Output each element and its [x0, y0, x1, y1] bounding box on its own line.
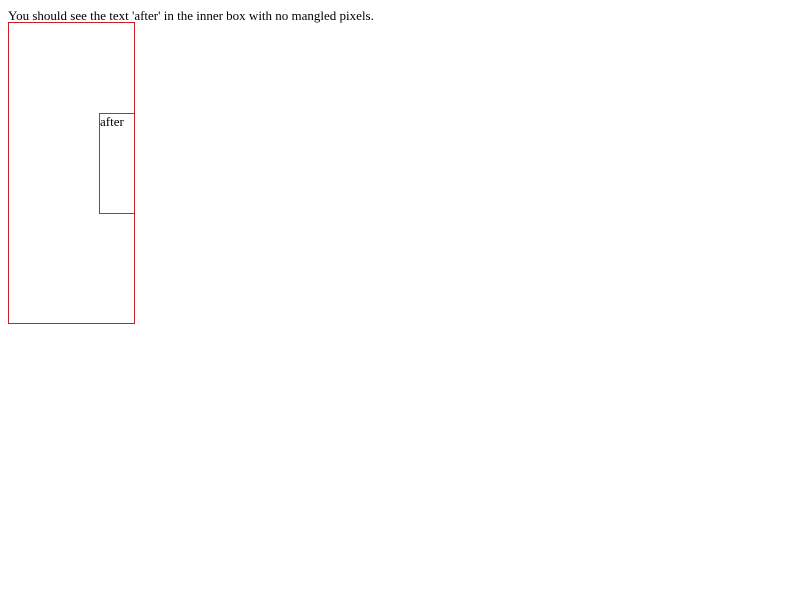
instruction-text: You should see the text 'after' in the i… — [8, 8, 374, 23]
inner-box-text: after — [100, 114, 124, 129]
inner-box: after — [99, 113, 134, 214]
outer-box: after — [8, 22, 135, 324]
